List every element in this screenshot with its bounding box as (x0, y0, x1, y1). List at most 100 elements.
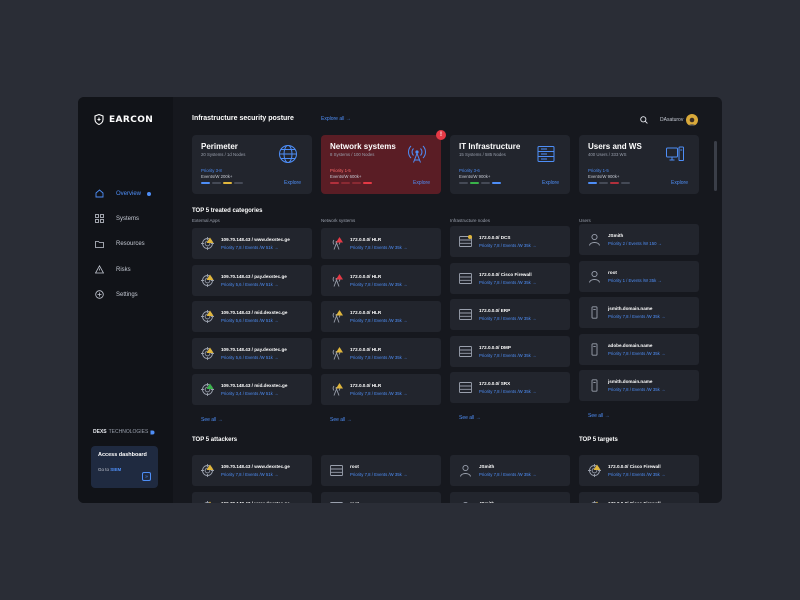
item-detail-link[interactable]: Priority 7,8 / Events /W 35k → (350, 391, 407, 396)
item-title: 172.0.0.0/ HLR (350, 383, 382, 388)
item-detail-link[interactable]: Priority 7,8 / Events /W 35k → (608, 387, 665, 392)
list-item[interactable]: 172.0.0.0/ ERP Priority 7,8 / Events /W 3… (450, 299, 570, 330)
card-bars (330, 182, 372, 184)
card-priority: Priority 3-6 (459, 168, 480, 173)
item-detail-link[interactable]: Priority 5,6 / Events /W 51k → (221, 318, 278, 323)
item-detail-link[interactable]: Priority 7,8 / Events /W 35k → (350, 318, 407, 323)
explore-all-link[interactable]: Explore all → (321, 116, 351, 122)
goto-label: Go to (98, 467, 110, 472)
item-detail-link[interactable]: Priority 7,8 / Events /W 51k → (221, 245, 278, 250)
card-events: Events/W 200k+ (201, 174, 233, 179)
list-item[interactable]: 172.0.0.0/ HLR Priority 7,8 / Events /W 3… (321, 301, 441, 332)
see-all-link[interactable]: See all → (459, 415, 481, 421)
search-icon[interactable] (640, 116, 648, 124)
item-detail-link[interactable]: Priority 7,8 / Events /W 35k → (350, 472, 407, 477)
card-network-systems[interactable]: Network systems 8 Systems / 100 Nodes Pr… (321, 130, 446, 194)
nav-item-label: Overview (116, 190, 142, 197)
card-it-infrastructure[interactable]: IT Infrastructure 15 Systems / 585 Nodes… (450, 135, 570, 194)
list-item[interactable]: 109.70.148.43 / www.dexstec.ge Priority 7… (192, 455, 312, 486)
list-item[interactable]: adobe.domain.name Priority 7,8 / Events /… (579, 333, 699, 365)
nav-item-systems[interactable]: Systems (94, 206, 164, 231)
item-detail-link[interactable]: Priority 5,6 / Events /W 51k → (221, 282, 278, 287)
alert-badge: ! (436, 130, 446, 140)
nav-item-resources[interactable]: Resources (94, 232, 164, 257)
list-item[interactable]: 172.0.0.0/ DMP Priority 7,8 / Events /W 3… (450, 335, 570, 367)
card-events: Events/W 900k+ (588, 174, 620, 179)
list-item[interactable]: root Priority 1 / Events /W 35k → (579, 260, 699, 292)
list-item[interactable]: 109.70.148.43 / pay.dexstec.ge Priority 5… (192, 264, 312, 296)
item-detail-link[interactable]: Priority 7,8 / Events /W 35k → (608, 314, 665, 319)
list-item[interactable]: jsmith.domain.name Priority 7,8 / Events … (579, 297, 699, 328)
globe-icon (279, 145, 297, 163)
item-detail-link[interactable]: Priority 3,4 / Events /W 51k → (221, 391, 278, 396)
goto-target: SIEM (110, 467, 122, 472)
item-detail-link[interactable]: Priority 7,8 / Events /W 35k → (350, 245, 407, 250)
access-dashboard-card[interactable]: Access dashboard Go to SIEM » (91, 446, 158, 488)
scrollbar[interactable] (714, 141, 717, 191)
list-item[interactable]: root (321, 491, 441, 503)
list-item[interactable]: JSmith Priority 2 / Events /W 150 → (579, 224, 699, 255)
list-item[interactable]: 109.70.148.43 / mid.dexstec.ge Priority 3… (192, 374, 312, 405)
see-all-link[interactable]: See all → (330, 417, 352, 423)
device-icon (588, 306, 601, 319)
card-explore-link[interactable]: Explore (671, 180, 688, 186)
list-item[interactable]: JSmith (450, 491, 570, 504)
card-explore-link[interactable]: Explore (284, 180, 301, 186)
target-green-icon (201, 383, 214, 396)
warning-icon (94, 265, 104, 275)
list-item[interactable]: 172.0.0.0/ DCS Priority 7,8 / Events /W 3… (450, 226, 570, 257)
list-item[interactable]: jsmith.domain.name Priority 7,8 / Events … (579, 370, 699, 401)
list-item[interactable]: 109.70.148.43 / pay.dexstec.ge Priority 5… (192, 337, 312, 369)
list-item[interactable]: 172.0.0.0/ HLR Priority 7,8 / Events /W 3… (321, 264, 441, 296)
card-explore-link[interactable]: Explore (542, 180, 559, 186)
item-detail-link[interactable]: Priority 5,6 / Events /W 51k → (221, 355, 278, 360)
card-bars (201, 182, 243, 184)
item-detail-link[interactable]: Priority 1 / Events /W 35k → (608, 278, 662, 283)
nav-item-settings[interactable]: Settings (94, 282, 164, 307)
goto-siem-button[interactable]: » (142, 472, 151, 481)
item-detail-link[interactable]: Priority 7,8 / Events /W 35k → (479, 316, 536, 321)
item-detail-link[interactable]: Priority 7,8 / Events /W 35k → (350, 355, 407, 360)
footer-brand: DEXS TECHNOLOGIES (93, 429, 155, 435)
target-icon (201, 237, 214, 250)
item-title: JSmith (479, 500, 495, 504)
card-explore-link[interactable]: Explore (413, 180, 430, 186)
item-title: JSmith (608, 233, 624, 238)
item-title: jsmith.domain.name (608, 379, 653, 384)
list-item[interactable]: 109.70.148.43 / www.dexstec.ge (192, 491, 312, 503)
item-detail-link[interactable]: Priority 7,8 / Events /W 35k → (479, 243, 536, 248)
see-all-link[interactable]: See all → (201, 417, 223, 423)
nav-item-risks[interactable]: Risks (94, 257, 164, 282)
workstation-icon (666, 146, 684, 161)
item-detail-link[interactable]: Priority 7,8 / Events /W 35k → (608, 472, 665, 477)
avatar[interactable] (686, 114, 698, 126)
item-detail-link[interactable]: Priority 7,8 / Events /W 35k → (479, 389, 536, 394)
logo[interactable]: EARCON (94, 114, 153, 125)
list-item[interactable]: 172.0.0.0/ Cisco Firewall Priority 7,8 / … (450, 262, 570, 294)
item-detail-link[interactable]: Priority 7,8 / Events /W 35k → (479, 280, 536, 285)
folder-icon (94, 239, 104, 249)
item-detail-link[interactable]: Priority 7,8 / Events /W 35k → (479, 472, 536, 477)
list-item[interactable]: 172.0.0.0/ Cisco Firewall Priority 7,8 / … (579, 455, 699, 486)
item-detail-link[interactable]: Priority 7,8 / Events /W 35k → (350, 282, 407, 287)
sidebar-nav: Overview Systems Resources Risks Setting… (94, 181, 164, 307)
list-item[interactable]: root Priority 7,8 / Events /W 35k → (321, 455, 441, 486)
item-detail-link[interactable]: Priority 2 / Events /W 150 → (608, 241, 662, 246)
see-all-link[interactable]: See all → (588, 413, 610, 419)
item-detail-link[interactable]: Priority 7,8 / Events /W 51k → (221, 472, 278, 477)
card-perimeter[interactable]: Perimeter 20 Systems / 1d Nodes Priority… (192, 135, 312, 194)
list-item[interactable]: 172.0.0.0/ HLR Priority 7,8 / Events /W 3… (321, 337, 441, 369)
list-item[interactable]: 172.0.0.0/ SRX Priority 7,8 / Events /W 3… (450, 372, 570, 403)
item-detail-link[interactable]: Priority 7,8 / Events /W 35k → (479, 353, 536, 358)
list-item[interactable]: 172.0.0.0/ HLR Priority 7,8 / Events /W 3… (321, 374, 441, 405)
nav-item-overview[interactable]: Overview (94, 181, 164, 206)
list-item[interactable]: 109.70.148.43 / www.dexstec.ge Priority 7… (192, 228, 312, 259)
user-name[interactable]: DAsaturov (660, 117, 683, 123)
list-item[interactable]: 109.70.148.43 / mid.dexstec.ge Priority 5… (192, 301, 312, 332)
list-item[interactable]: 172.0.0.0/ Cisco Firewall (579, 491, 699, 503)
list-item[interactable]: JSmith Priority 7,8 / Events /W 35k → (450, 455, 570, 486)
card-users-and-ws[interactable]: Users and WS 400 Users / 333 WS Priority… (579, 135, 699, 194)
card-events: Events/W 600k+ (330, 174, 362, 179)
list-item[interactable]: 172.0.0.0/ HLR Priority 7,8 / Events /W 3… (321, 228, 441, 259)
item-detail-link[interactable]: Priority 7,8 / Events /W 35k → (608, 351, 665, 356)
